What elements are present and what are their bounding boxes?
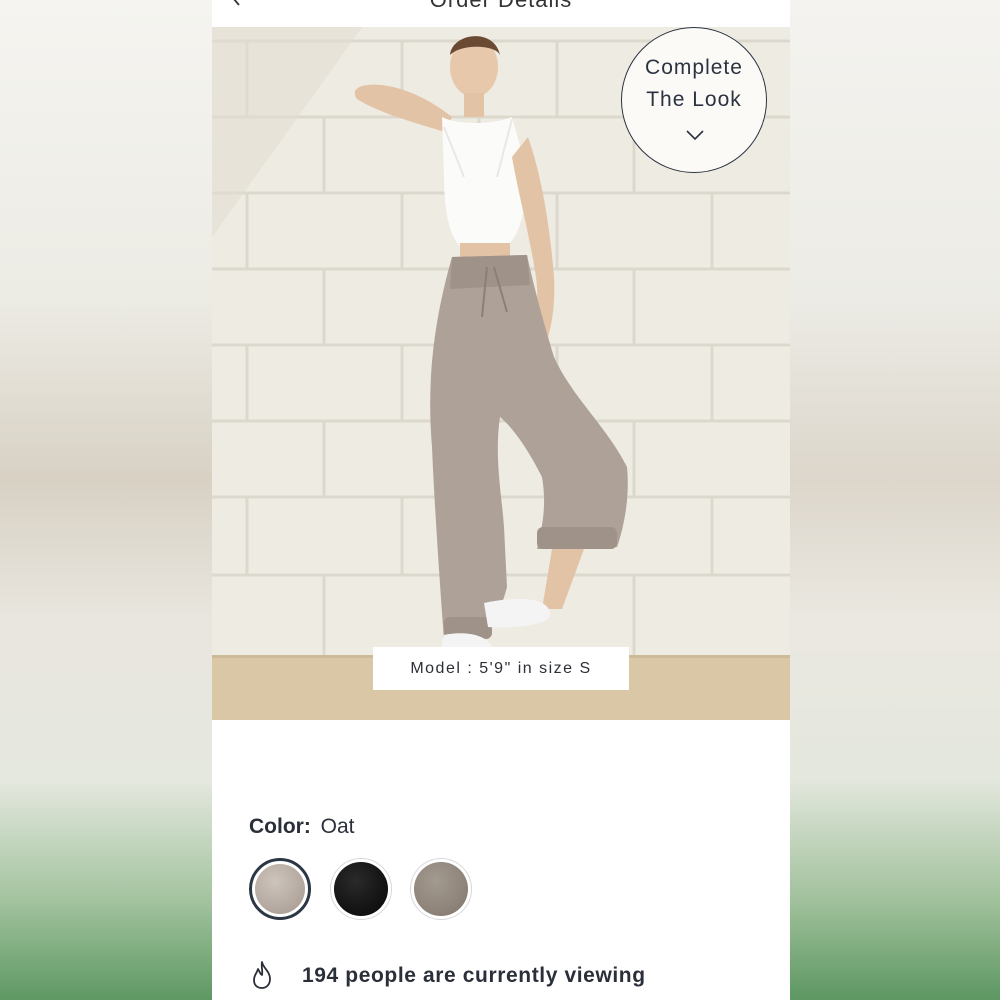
- color-swatch-black[interactable]: [330, 858, 392, 920]
- product-image[interactable]: Complete The Look Model : 5'9" in size S: [212, 27, 790, 720]
- color-selector-label: Color: Oat: [249, 815, 355, 839]
- color-label: Color:: [249, 815, 311, 838]
- swatch-fill-oat: [255, 864, 305, 914]
- product-screen: Order Details: [212, 0, 790, 1000]
- complete-the-look-label-line2: The Look: [646, 88, 742, 111]
- flame-icon: [253, 961, 271, 989]
- complete-the-look-label-line1: Complete: [645, 56, 743, 79]
- viewers-count-text: 194 people are currently viewing: [302, 964, 646, 987]
- color-swatch-taupe[interactable]: [410, 858, 472, 920]
- model-size-label: Model : 5'9" in size S: [373, 647, 629, 690]
- selected-color-value: Oat: [320, 815, 355, 838]
- complete-the-look-button[interactable]: Complete The Look: [621, 27, 767, 173]
- swatch-fill-taupe: [414, 862, 468, 916]
- background-left-blur: [0, 0, 212, 1000]
- background-right-blur: [790, 0, 1000, 1000]
- page-title: Order Details: [212, 0, 790, 13]
- chevron-down-icon: [686, 130, 704, 141]
- color-swatch-oat[interactable]: [249, 858, 311, 920]
- top-bar: Order Details: [212, 0, 790, 27]
- swatch-fill-black: [334, 862, 388, 916]
